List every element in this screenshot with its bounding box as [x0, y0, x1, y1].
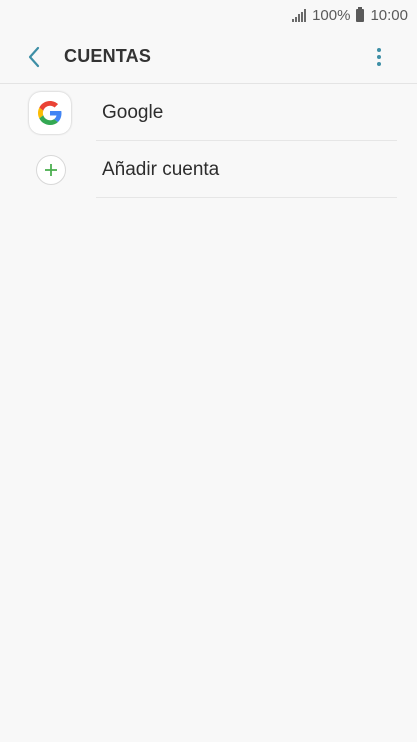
clock: 10:00 — [370, 6, 408, 24]
chevron-left-icon — [28, 46, 40, 67]
back-button[interactable] — [14, 37, 54, 77]
battery-icon — [356, 6, 365, 22]
add-account-item[interactable]: Añadir cuenta — [0, 141, 417, 198]
account-item-google[interactable]: Google — [0, 84, 417, 141]
more-vertical-icon — [377, 47, 381, 52]
status-bar: 100% 10:00 — [0, 0, 417, 30]
page-title: CUENTAS — [64, 46, 152, 66]
google-logo-icon — [29, 91, 71, 134]
app-bar: CUENTAS — [0, 30, 417, 84]
more-options-button[interactable] — [364, 37, 394, 77]
add-account-label: Añadir cuenta — [102, 158, 220, 180]
accounts-list: Google Añadir cuenta — [0, 84, 417, 198]
divider — [96, 197, 397, 198]
accounts-screen: 100% 10:00 CUENTAS Google Añadir cuenta — [0, 0, 417, 742]
battery-percentage: 100% — [312, 6, 351, 24]
account-label: Google — [102, 101, 164, 123]
signal-icon — [292, 8, 307, 22]
plus-icon — [36, 154, 66, 185]
